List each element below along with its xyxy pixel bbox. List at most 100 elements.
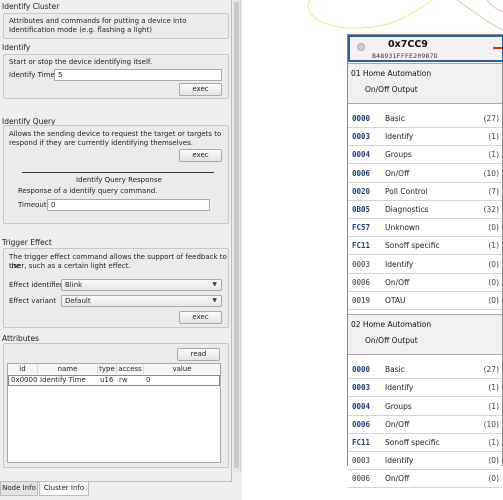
- endpoint-header[interactable]: 01 Home Automation On/Off Output: [348, 63, 502, 104]
- cluster-id: FC57: [352, 223, 371, 233]
- cluster-id: FC11: [352, 241, 371, 251]
- cluster-id: 0B05: [352, 205, 371, 214]
- effect-identifier-select[interactable]: Blink ▼: [61, 279, 222, 291]
- cluster-name: Identify: [385, 259, 414, 269]
- identify-section-title: Identify: [2, 43, 31, 52]
- cluster-item[interactable]: FC11 Sonoff specific (1): [348, 237, 502, 256]
- cluster-item[interactable]: 0003 Identify (1): [348, 379, 502, 398]
- cluster-item[interactable]: 0004 Groups (1): [348, 146, 502, 165]
- bottom-tab-bar: Node Info Cluster Info: [0, 481, 232, 500]
- identify-query-group: Allows the sending device to request the…: [3, 125, 229, 224]
- cluster-attr-count: (1): [488, 438, 499, 447]
- cluster-attr-count: (0): [488, 223, 499, 233]
- cluster-name: Diagnostics: [385, 205, 429, 214]
- attr-value-cell[interactable]: 0: [144, 375, 150, 385]
- column-header-value[interactable]: value: [144, 364, 220, 374]
- column-header-id[interactable]: id: [8, 364, 38, 374]
- cluster-id: 0006: [352, 168, 371, 178]
- effect-variant-select[interactable]: Default ▼: [61, 295, 222, 307]
- panel-scrollbar[interactable]: [233, 0, 241, 472]
- cluster-id: 0003: [352, 456, 371, 466]
- cluster-attr-count: (0): [488, 474, 499, 484]
- cluster-item[interactable]: FC11 Sonoff specific (1): [348, 434, 502, 452]
- cluster-item[interactable]: 0019 OTAU (0): [348, 292, 502, 310]
- identify-query-description-1: Allows the sending device to request the…: [9, 130, 222, 138]
- cluster-attr-count: (10): [483, 168, 499, 178]
- cluster-item[interactable]: 0004 Groups (1): [348, 397, 502, 416]
- cluster-id: 0000: [352, 114, 371, 123]
- scrollbar-thumb[interactable]: [234, 2, 239, 468]
- cluster-attr-count: (1): [488, 150, 499, 160]
- column-header-name[interactable]: name: [38, 364, 98, 374]
- cluster-item[interactable]: 0006 On/Off (10): [348, 164, 502, 183]
- cluster-name: Sonoff specific: [385, 241, 440, 251]
- cluster-name: Basic: [385, 365, 405, 375]
- cluster-item[interactable]: 0000 Basic (27): [348, 361, 502, 380]
- endpoint-header[interactable]: 02 Home Automation On/Off Output: [348, 314, 502, 356]
- identify-time-input[interactable]: 5: [54, 69, 222, 81]
- identify-cluster-group: Attributes and commands for putting a de…: [3, 13, 229, 39]
- cluster-attr-count: (10): [483, 419, 499, 429]
- timeout-input[interactable]: 0: [47, 199, 210, 211]
- collapse-icon[interactable]: [493, 47, 503, 49]
- trigger-effect-group: The trigger effect command allows the su…: [3, 248, 229, 328]
- cluster-attr-count: (1): [488, 241, 499, 251]
- cluster-item[interactable]: 0006 On/Off (0): [348, 470, 502, 489]
- trigger-effect-exec-button[interactable]: exec: [179, 311, 222, 324]
- cluster-name: On/Off: [385, 474, 410, 484]
- cluster-id: 0003: [352, 132, 371, 142]
- cluster-item[interactable]: 0003 Identify (1): [348, 128, 502, 147]
- cluster-name: Basic: [385, 114, 405, 123]
- endpoint-device-type: On/Off Output: [365, 336, 418, 346]
- tab-cluster-info[interactable]: Cluster Info: [39, 482, 89, 496]
- cluster-info-panel: Identify Cluster Attributes and commands…: [0, 0, 232, 481]
- cluster-item[interactable]: 0003 Identify (0): [348, 255, 502, 274]
- cluster-name: Identify: [385, 383, 414, 393]
- cluster-attr-count: (0): [488, 456, 499, 466]
- cluster-item[interactable]: 0000 Basic (27): [348, 110, 502, 128]
- identify-time-label: Identify Time: [9, 71, 55, 79]
- column-header-type[interactable]: type: [98, 364, 117, 374]
- cluster-item[interactable]: 0006 On/Off (0): [348, 273, 502, 292]
- effect-identifier-label: Effect identifier: [9, 281, 63, 289]
- cluster-attr-count: (1): [488, 401, 499, 411]
- attr-type-cell: u16: [100, 376, 114, 384]
- identify-query-exec-button[interactable]: exec: [179, 149, 222, 162]
- attributes-table[interactable]: id name type access value 0x0000 Identif…: [7, 363, 221, 463]
- cluster-id: 0006: [352, 419, 371, 429]
- identify-query-description-2: respond if they are currently identifyin…: [9, 139, 193, 147]
- cluster-attr-count: (27): [483, 365, 499, 375]
- node-graph-canvas[interactable]: 0x7CC9 B48931FFFE20987D 01 Home Automati…: [242, 0, 503, 500]
- identify-exec-button[interactable]: exec: [179, 83, 222, 96]
- cluster-attr-count: (27): [483, 114, 499, 123]
- attr-name-cell: Identify Time: [40, 376, 86, 384]
- cluster-id: 0006: [352, 474, 371, 484]
- attributes-read-button[interactable]: read: [177, 348, 220, 361]
- cluster-id: 0000: [352, 365, 371, 375]
- attributes-title: Attributes: [2, 334, 40, 343]
- cluster-item[interactable]: 0003 Identify (0): [348, 452, 502, 471]
- cluster-id: FC11: [352, 438, 371, 447]
- cluster-item[interactable]: 0020 Poll Control (7): [348, 182, 502, 201]
- endpoint-profile: 01 Home Automation: [351, 69, 432, 78]
- cluster-name: Identify: [385, 132, 414, 142]
- cluster-attr-count: (0): [488, 277, 499, 287]
- cluster-item[interactable]: 0B05 Diagnostics (32): [348, 201, 502, 219]
- chevron-down-icon: ▼: [212, 297, 217, 304]
- tab-node-info[interactable]: Node Info: [0, 482, 38, 496]
- cluster-name: Identify: [385, 456, 414, 466]
- attr-id-cell: 0x0000: [11, 376, 38, 384]
- node-0x7cc9[interactable]: 0x7CC9 B48931FFFE20987D 01 Home Automati…: [347, 34, 503, 489]
- node-mac-address: B48931FFFE20987D: [372, 52, 438, 60]
- chevron-down-icon: ▼: [212, 281, 217, 288]
- cluster-id: 0004: [352, 401, 371, 411]
- node-title: 0x7CC9: [388, 39, 428, 50]
- node-header[interactable]: 0x7CC9 B48931FFFE20987D: [348, 35, 503, 62]
- identify-query-response-description: Response of a identify query command.: [18, 187, 158, 195]
- cluster-item[interactable]: FC57 Unknown (0): [348, 219, 502, 238]
- column-header-access[interactable]: access: [117, 364, 144, 374]
- cluster-attr-count: (0): [488, 259, 499, 269]
- cluster-attr-count: (7): [488, 186, 499, 196]
- cluster-id: 0006: [352, 277, 371, 287]
- cluster-item[interactable]: 0006 On/Off (10): [348, 415, 502, 434]
